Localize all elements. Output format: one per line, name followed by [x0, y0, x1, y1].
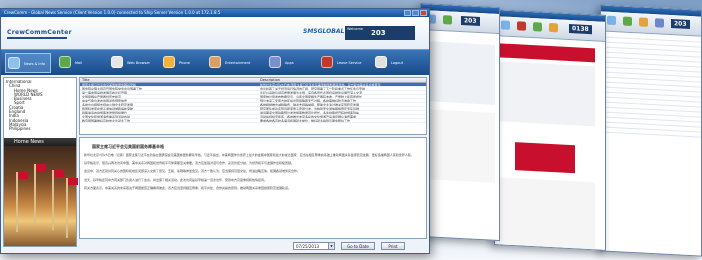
nav-apps[interactable]: Apps: [267, 53, 307, 73]
phone-icon: [163, 56, 175, 68]
mail-list: [425, 41, 495, 105]
partner-logo: SMSGLOBAL: [303, 28, 345, 35]
date-select[interactable]: 07/25/2013 ▼: [293, 242, 335, 250]
date-value: 07/25/2013: [296, 244, 320, 249]
sidebar: International China Home News WORLD NEWS…: [3, 77, 78, 247]
image-block: [515, 142, 575, 174]
flag-icon: [16, 172, 28, 232]
tree-item[interactable]: Philippines: [6, 126, 76, 131]
flag-icon: [52, 170, 64, 230]
news-grid: Title Description 国家主席习近平会见美国前国务卿基辛格 新华社北…: [79, 77, 427, 135]
background-window-2: 0138: [494, 9, 606, 251]
leave-icon: [321, 56, 333, 68]
mail-icon: [59, 56, 71, 68]
nav-leave-service[interactable]: Leave Service: [319, 53, 361, 73]
print-button[interactable]: Print: [381, 242, 405, 250]
nav-web-browser[interactable]: Web Browser: [109, 53, 150, 73]
login-label: Welcome: [347, 27, 364, 31]
browser-icon: [533, 22, 542, 32]
brand-underline: [7, 37, 67, 39]
mail-icon: [443, 15, 452, 25]
background-window-3: 203: [600, 4, 702, 257]
footer-bar: 07/25/2013 ▼ Go to Date Print: [79, 241, 427, 252]
app-icon: [655, 18, 664, 28]
login-number: 0138: [569, 23, 592, 35]
mail-icon: [517, 21, 526, 31]
home-news-image: [4, 146, 78, 246]
brand-logo: CrewCommCenter: [7, 29, 72, 36]
login-number: 203: [461, 16, 480, 27]
article-paragraph: 有关方面表示，中美关系的未来取决于两国能否正确看待彼此，双方应当坚持相互尊重、和…: [84, 185, 292, 190]
minimize-icon[interactable]: [404, 10, 411, 16]
chevron-down-icon[interactable]: ▼: [328, 243, 334, 249]
browser-icon: [639, 17, 648, 27]
background-window-1: 203: [420, 2, 500, 242]
mail-preview: [425, 109, 495, 183]
app-header: CrewCommCenter SMSGLOBAL Welcome 203: [1, 17, 429, 49]
maximize-icon[interactable]: [412, 10, 419, 16]
close-icon[interactable]: [420, 10, 427, 16]
login-number: 203: [371, 29, 386, 37]
home-news-label: Home News: [4, 138, 76, 146]
entertainment-icon: [209, 56, 221, 68]
login-number: 203: [671, 19, 690, 30]
flag-icon: [66, 178, 78, 238]
content-block: [499, 61, 595, 127]
news-icon: [8, 57, 20, 69]
flag-icon: [34, 164, 46, 224]
nav-entertainment[interactable]: Entertainment: [207, 53, 257, 73]
main-nav: News & Info Mail Web Browser Phone Enter…: [1, 49, 429, 75]
logout-icon: [375, 56, 387, 68]
mail-panel: [421, 31, 499, 240]
main-window: CrewComm - Global News Service (Client V…: [0, 8, 430, 254]
article-pane: 国家主席习近平会见美国前国务卿基辛格 新华社北京7月25日电（记者）国家主席习近…: [79, 137, 427, 239]
nav-logout[interactable]: Logout: [373, 53, 413, 73]
apps-icon: [269, 56, 281, 68]
window-controls: [404, 10, 427, 16]
news-icon: [607, 15, 616, 26]
browser-icon: [111, 56, 123, 68]
phone-icon: [549, 22, 558, 33]
article-paragraph: 当天，基辛格还同中方有关部门负责人进行了会谈，并出席了相关活动。此次访问是基辛格…: [84, 177, 268, 182]
nav-mail[interactable]: Mail: [57, 53, 97, 73]
login-panel: Welcome 203: [345, 26, 415, 40]
go-to-date-button[interactable]: Go to Date: [341, 242, 375, 250]
article-headline: 国家主席习近平会见美国前国务卿基辛格: [92, 144, 164, 149]
article-paragraph: 会见中，双方还就共同关心的国际和地区问题深入交换了意见。王毅、秦刚等参加会见。双…: [84, 169, 301, 174]
content-block-2: [499, 177, 595, 251]
table-row[interactable]: 教育部部署做好高校毕业生就业工作 要求各地各高校多渠道拓展就业岗位，做好就业指导与…: [80, 119, 426, 123]
toolbar: 203: [421, 9, 499, 35]
news-icon: [501, 20, 510, 30]
browser-panel: [495, 37, 605, 251]
nav-news[interactable]: News & Info: [5, 53, 51, 73]
red-banner: [499, 43, 595, 63]
window-titlebar: CrewComm - Global News Service (Client V…: [1, 9, 429, 17]
nav-phone[interactable]: Phone: [161, 53, 201, 73]
list-panel: [601, 32, 701, 255]
category-tree: International China Home News WORLD NEWS…: [6, 80, 76, 138]
article-paragraph: 新华社北京7月25日电（记者）国家主席习近平在钓鱼台国宾馆会见美国前国务卿基辛格…: [84, 153, 414, 157]
mail-icon: [623, 16, 632, 27]
article-paragraph: 基辛格表示，很高兴再次访问中国，美中关系对两国和世界和平与繁荣都至关重要。双方应…: [84, 161, 295, 166]
